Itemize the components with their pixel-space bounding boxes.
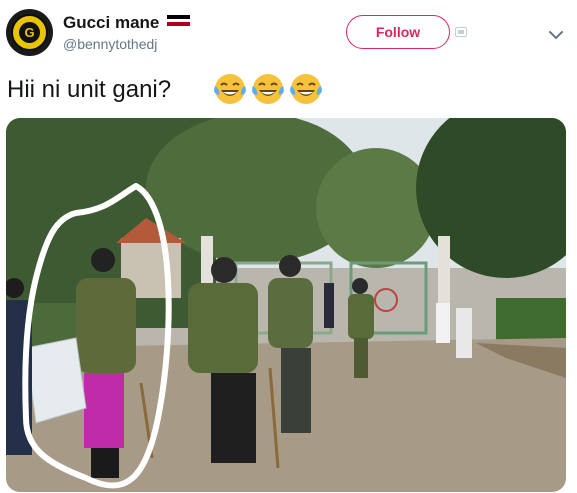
face-with-tears-of-joy-icon	[290, 74, 322, 104]
gate-emblem	[374, 288, 398, 312]
avatar[interactable]: G	[6, 9, 53, 56]
author-name[interactable]: Gucci mane	[63, 13, 159, 33]
kenya-flag-icon	[167, 15, 190, 29]
photo-scene	[6, 118, 566, 492]
author-handle[interactable]: @bennytothedj	[63, 36, 157, 52]
trees-mid	[316, 148, 436, 268]
avatar-monogram: G	[19, 22, 40, 43]
tweet-text: Hii ni unit gani?	[7, 76, 172, 103]
mute-icon[interactable]	[455, 27, 467, 37]
riot-shield	[25, 337, 87, 424]
tweet-photo[interactable]	[6, 118, 566, 492]
face-with-tears-of-joy-icon	[214, 74, 246, 104]
face-with-tears-of-joy-icon	[252, 74, 284, 104]
chevron-down-icon[interactable]	[547, 26, 565, 44]
follow-button[interactable]: Follow	[346, 15, 450, 49]
